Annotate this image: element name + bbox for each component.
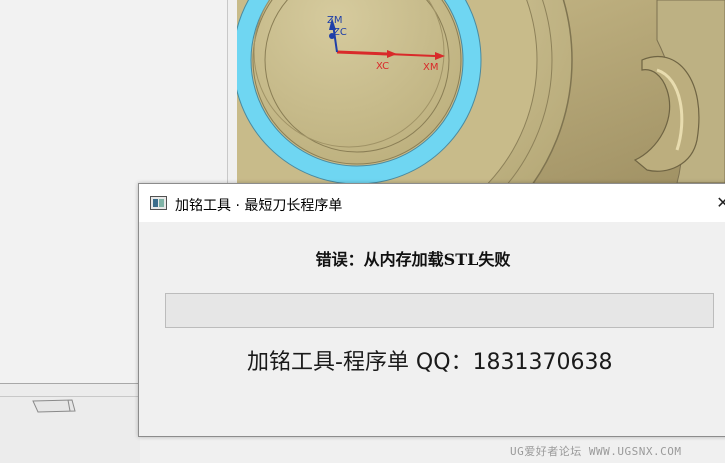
footer-contact-text: 加铭工具-程序单 QQ：1831370638 xyxy=(247,350,613,375)
error-message: 错误：从内存加载STL失败 xyxy=(315,250,511,269)
close-button[interactable]: ✕ xyxy=(713,194,725,212)
desktop: ZM ZC XC XM 加铭工具 · 最短刀长程序单 ✕ 错误：从内存加载STL… xyxy=(0,0,725,463)
shelf-divider xyxy=(0,396,140,397)
dialog-titlebar[interactable]: 加铭工具 · 最短刀长程序单 ✕ xyxy=(139,184,725,222)
axis-label-xc: XC xyxy=(376,61,389,72)
graphics-viewport[interactable]: ZM ZC XC XM xyxy=(237,0,725,183)
app-window-icon xyxy=(150,196,167,210)
progress-bar xyxy=(165,293,714,328)
axis-label-xm: XM xyxy=(423,62,438,73)
dialog-title: 加铭工具 · 最短刀长程序单 xyxy=(175,198,343,214)
axis-label-zm: ZM xyxy=(327,15,342,26)
cad-shape-thumbnail xyxy=(32,399,76,413)
program-sheet-dialog: 加铭工具 · 最短刀长程序单 ✕ 错误：从内存加载STL失败 加铭工具-程序单 … xyxy=(138,183,725,437)
forum-watermark: UG爱好者论坛 WWW.UGSNX.COM xyxy=(510,445,682,458)
axis-label-zc: ZC xyxy=(333,27,347,38)
cad-model-view: ZM ZC XC XM xyxy=(237,0,725,183)
